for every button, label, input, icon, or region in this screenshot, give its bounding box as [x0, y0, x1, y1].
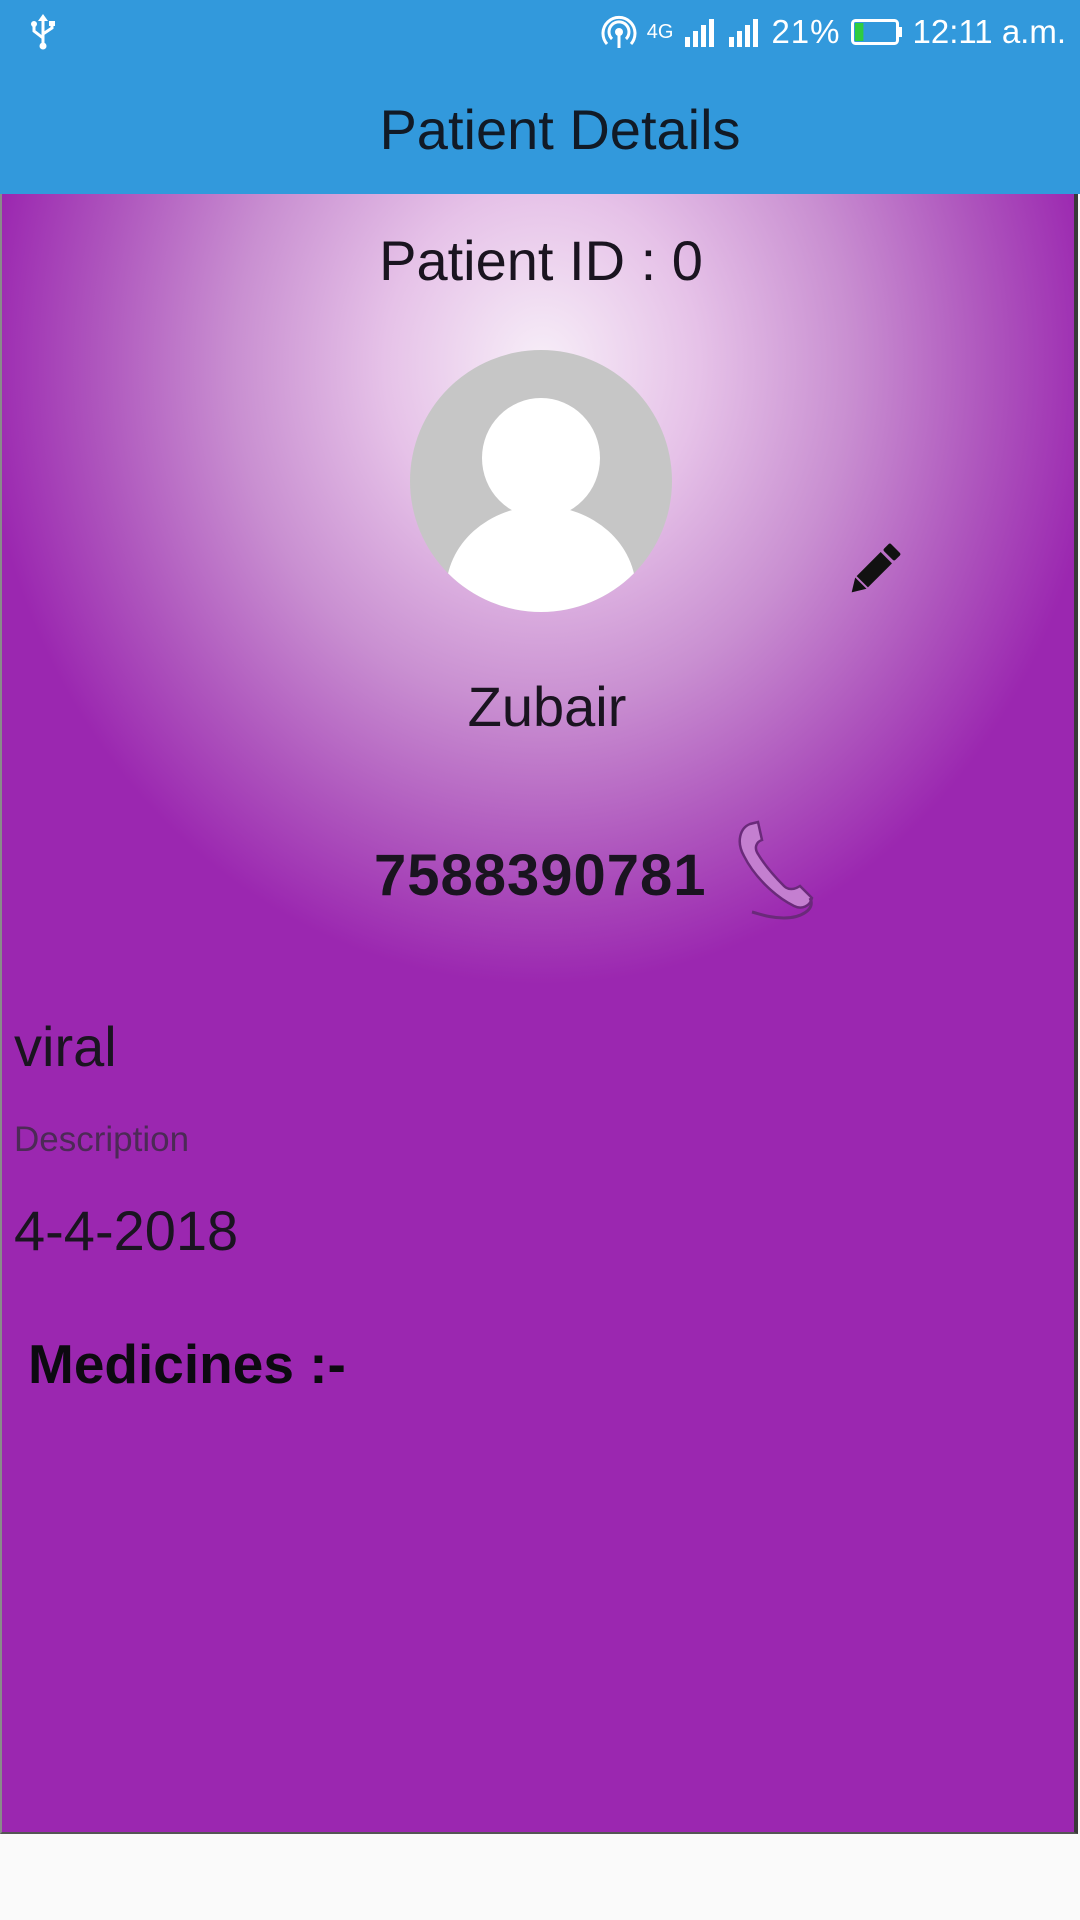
- signal-strength-icon: [685, 19, 715, 47]
- avatar-head: [482, 398, 600, 518]
- page-title: Patient Details: [379, 97, 741, 161]
- patient-name: Zubair: [467, 675, 627, 738]
- person-avatar-icon[interactable]: [410, 350, 672, 612]
- battery-percent: 21%: [771, 13, 841, 50]
- patient-id: Patient ID : 0: [379, 229, 703, 292]
- screen: 4G 21% 12:11 a.m. Patient Details Patien…: [0, 0, 1080, 1920]
- description-label: Description: [14, 1120, 190, 1159]
- diagnosis: viral: [14, 1015, 117, 1078]
- signal-strength-icon-2: [729, 19, 759, 47]
- phone-number: 7588390781: [374, 843, 707, 908]
- visit-date: 4-4-2018: [14, 1199, 239, 1262]
- medicines-heading: Medicines :-: [28, 1333, 346, 1395]
- bottom-area: [0, 1836, 1080, 1920]
- app-bar: Patient Details: [0, 64, 1080, 194]
- phone-row: 7588390781: [374, 820, 814, 920]
- phone-icon[interactable]: [730, 814, 820, 926]
- clock: 12:11 a.m.: [912, 13, 1066, 50]
- status-bar: 4G 21% 12:11 a.m.: [0, 0, 1080, 64]
- battery-icon: [850, 19, 902, 45]
- network-type-label: 4G: [646, 20, 674, 43]
- patient-details-panel: Patient ID : 0 Zubair 7588390781 viral D…: [0, 194, 1078, 1834]
- hotspot-icon: [601, 15, 637, 48]
- avatar-body: [446, 506, 636, 612]
- edit-pencil-icon[interactable]: [840, 534, 910, 604]
- usb-icon: [31, 14, 55, 50]
